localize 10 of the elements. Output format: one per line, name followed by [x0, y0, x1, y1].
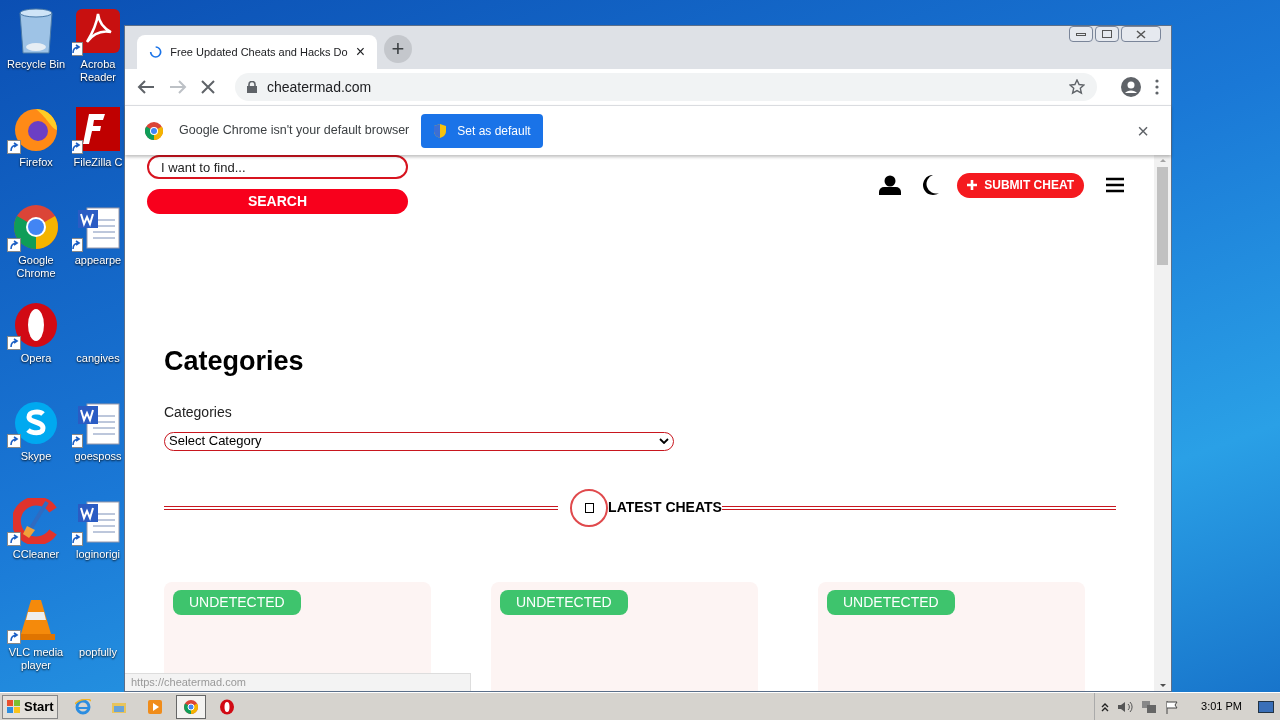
infobar-message: Google Chrome isn't your default browser: [179, 122, 410, 140]
page-heading: Categories: [164, 345, 305, 378]
url-text: cheatermad.com: [267, 77, 373, 97]
status-badge: UNDETECTED: [173, 589, 301, 615]
status-url-tooltip: https://cheatermad.com: [125, 673, 471, 691]
category-label: Categories: [164, 402, 233, 422]
section-title: LATEST CHEATS: [608, 498, 722, 517]
status-badge: UNDETECTED: [500, 589, 628, 615]
status-badge: UNDETECTED: [827, 589, 955, 615]
tab-title: Free Updated Cheats and Hacks Do: [170, 44, 348, 60]
